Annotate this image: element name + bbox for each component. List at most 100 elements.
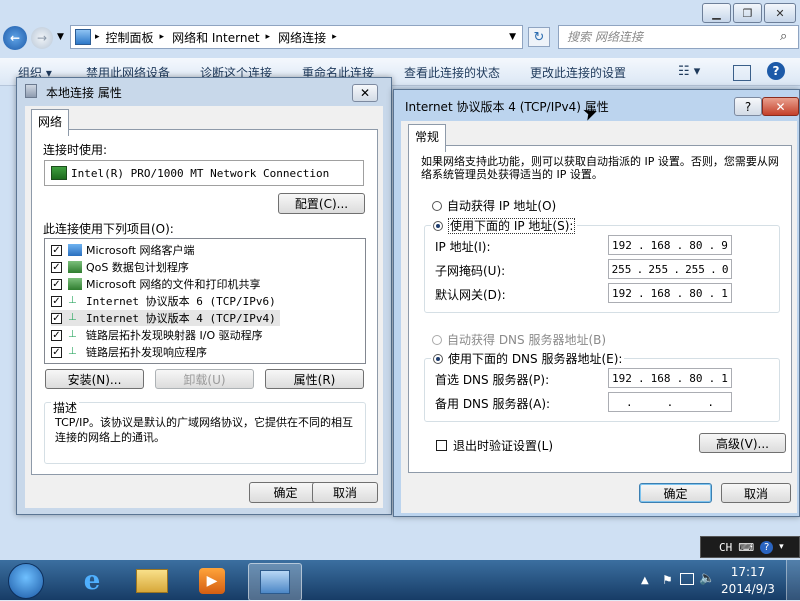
close-window-button[interactable]: ✕ <box>764 3 796 23</box>
address-bar[interactable]: ▸ 控制面板 ▸ 网络和 Internet ▸ 网络连接 ▸ ▼ <box>70 25 523 49</box>
network-status-icon[interactable] <box>680 573 694 585</box>
ip-octet: 255 <box>685 262 705 276</box>
subnet-mask-field[interactable]: 255. 255. 255. 0 <box>608 259 732 279</box>
ip-octet: 80 <box>689 238 703 252</box>
file-explorer-icon[interactable] <box>126 563 178 599</box>
checkbox-unchecked-icon[interactable] <box>436 440 447 451</box>
breadcrumb-network-internet[interactable]: 网络和 Internet ▸ <box>168 29 274 46</box>
default-gateway-field[interactable]: 192. 168. 80. 1 <box>608 283 732 303</box>
start-button-icon[interactable] <box>8 563 44 599</box>
control-panel-icon <box>75 29 91 45</box>
properties-button[interactable]: 属性(R) <box>265 369 364 389</box>
clock-date[interactable]: 2014/9/3 <box>717 582 779 596</box>
ipv4-properties-dialog: Internet 协议版本 4 (TCP/IPv4) 属性 ? ✕ ➤ 常规 如… <box>393 89 800 517</box>
list-item[interactable]: ✓ ⊥ 链路层拓扑发现映射器 I/O 驱动程序 <box>51 327 263 343</box>
checkbox-checked-icon[interactable]: ✓ <box>51 312 62 324</box>
show-hidden-icons-icon[interactable]: ▲ <box>641 575 649 586</box>
input-language[interactable]: CH <box>719 541 732 554</box>
search-icon[interactable]: ⌕ <box>780 29 787 44</box>
tab-panel: 如果网络支持此功能，则可以获取自动指派的 IP 设置。否则，您需要从网络系统管理… <box>408 145 792 473</box>
preview-pane-icon[interactable] <box>733 65 751 81</box>
show-desktop-button[interactable] <box>786 560 800 600</box>
maximize-button[interactable]: ❐ <box>733 3 762 23</box>
cancel-button[interactable]: 取消 <box>312 482 378 503</box>
tab-general[interactable]: 常规 <box>408 124 447 152</box>
ip-dot: . <box>666 395 674 409</box>
configure-button[interactable]: 配置(C)... <box>278 193 365 214</box>
network-connections-taskbar-icon[interactable] <box>248 563 302 601</box>
radio-auto-ip[interactable]: 自动获得 IP 地址(O) <box>432 197 556 214</box>
file-sharing-icon <box>68 278 82 290</box>
tab-network[interactable]: 网络 <box>31 109 70 136</box>
help-icon[interactable]: ? <box>767 62 785 80</box>
view-options-icon[interactable]: ☷ ▾ <box>678 64 700 79</box>
checkbox-checked-icon[interactable]: ✓ <box>51 346 62 358</box>
back-arrow-icon[interactable]: ← <box>3 26 27 50</box>
radio-manual-dns[interactable]: 使用下面的 DNS 服务器地址(E): <box>431 350 625 367</box>
alternate-dns-label: 备用 DNS 服务器(A): <box>435 397 551 411</box>
cmd-change-settings[interactable]: 更改此连接的设置 <box>530 64 626 81</box>
protocol-icon: ⊥ <box>68 295 77 306</box>
radio-on-icon[interactable] <box>433 354 443 364</box>
qos-service-icon <box>68 261 82 273</box>
address-dropdown-icon[interactable]: ▼ <box>509 32 516 42</box>
radio-manual-ip[interactable]: 使用下面的 IP 地址(S): <box>431 217 578 234</box>
checkbox-checked-icon[interactable]: ✓ <box>51 329 62 341</box>
list-item-selected[interactable]: ✓ ⊥ Internet 协议版本 4 (TCP/IPv4) <box>51 310 280 326</box>
alternate-dns-field[interactable]: ... <box>608 392 732 412</box>
history-dropdown-icon[interactable]: ▼ <box>57 32 64 42</box>
ip-octet: 0 <box>721 262 729 276</box>
radio-auto-dns[interactable]: 自动获得 DNS 服务器地址(B) <box>432 331 606 348</box>
intro-text: 如果网络支持此功能，则可以获取自动指派的 IP 设置。否则，您需要从网络系统管理… <box>421 155 779 181</box>
options-icon[interactable]: ▾ <box>779 542 784 552</box>
list-item[interactable]: ✓ QoS 数据包计划程序 <box>51 259 189 275</box>
keyboard-icon[interactable]: ⌨ <box>738 541 754 554</box>
radio-on-icon[interactable] <box>433 221 443 231</box>
radio-manual-ip-label: 使用下面的 IP 地址(S): <box>448 218 576 234</box>
close-icon[interactable]: ✕ <box>352 84 378 102</box>
checkbox-checked-icon[interactable]: ✓ <box>51 278 62 290</box>
radio-disabled-icon[interactable] <box>432 335 442 345</box>
minimize-button[interactable]: ▁ <box>702 3 731 23</box>
action-center-flag-icon[interactable]: ⚑ <box>662 573 673 587</box>
adapter-name: Intel(R) PRO/1000 MT Network Connection <box>71 166 330 180</box>
cancel-button[interactable]: 取消 <box>721 483 791 503</box>
radio-off-icon[interactable] <box>432 201 442 211</box>
advanced-button[interactable]: 高级(V)... <box>699 433 786 453</box>
install-button[interactable]: 安装(N)... <box>45 369 144 389</box>
clock-time[interactable]: 17:17 <box>717 565 779 579</box>
protocol-icon: ⊥ <box>68 312 77 323</box>
breadcrumb-separator-icon: ▸ <box>95 32 100 42</box>
ip-dot: . <box>707 395 714 409</box>
breadcrumb-control-panel[interactable]: 控制面板 ▸ <box>102 29 169 46</box>
ip-address-field[interactable]: 192. 168. 80. 9 <box>608 235 732 255</box>
protocol-icon: ⊥ <box>68 329 77 340</box>
validate-on-exit-checkbox[interactable]: 退出时验证设置(L) <box>436 437 553 454</box>
uninstall-button[interactable]: 卸载(U) <box>155 369 254 389</box>
checkbox-checked-icon[interactable]: ✓ <box>51 295 62 307</box>
refresh-icon[interactable]: ↻ <box>528 27 550 47</box>
search-input[interactable]: 搜索 网络连接 <box>558 25 799 49</box>
volume-icon[interactable]: 🔈 <box>699 571 715 586</box>
checkbox-checked-icon[interactable]: ✓ <box>51 261 62 273</box>
help-icon[interactable]: ? <box>760 540 774 554</box>
close-icon[interactable]: ✕ <box>762 97 799 116</box>
preferred-dns-field[interactable]: 192. 168. 80. 1 <box>608 368 732 388</box>
list-item[interactable]: ✓ Microsoft 网络客户端 <box>51 242 195 258</box>
list-item[interactable]: ✓ Microsoft 网络的文件和打印机共享 <box>51 276 261 292</box>
list-item[interactable]: ✓ ⊥ 链路层拓扑发现响应程序 <box>51 344 207 360</box>
help-button[interactable]: ? <box>734 97 762 116</box>
ip-octet: 168 <box>650 286 671 300</box>
media-player-icon[interactable]: ▶ <box>186 563 238 599</box>
forward-arrow-icon[interactable]: → <box>31 27 53 49</box>
description-text: TCP/IP。该协议是默认的广域网络协议，它提供在不同的相互连接的网络上的通讯。 <box>55 416 353 444</box>
cmd-view-status[interactable]: 查看此连接的状态 <box>404 64 500 81</box>
breadcrumb-network-connections[interactable]: 网络连接 ▸ <box>274 29 341 46</box>
ok-button[interactable]: 确定 <box>639 483 712 503</box>
network-adapter-icon <box>25 84 37 98</box>
checkbox-checked-icon[interactable]: ✓ <box>51 244 62 256</box>
description-group: 描述 TCP/IP。该协议是默认的广域网络协议，它提供在不同的相互连接的网络上的… <box>44 399 366 464</box>
internet-explorer-icon[interactable]: e <box>66 563 118 599</box>
components-list[interactable]: ✓ Microsoft 网络客户端 ✓ QoS 数据包计划程序 ✓ Microsoft… <box>44 238 366 364</box>
list-item[interactable]: ✓ ⊥ Internet 协议版本 6 (TCP/IPv6) <box>51 293 276 309</box>
